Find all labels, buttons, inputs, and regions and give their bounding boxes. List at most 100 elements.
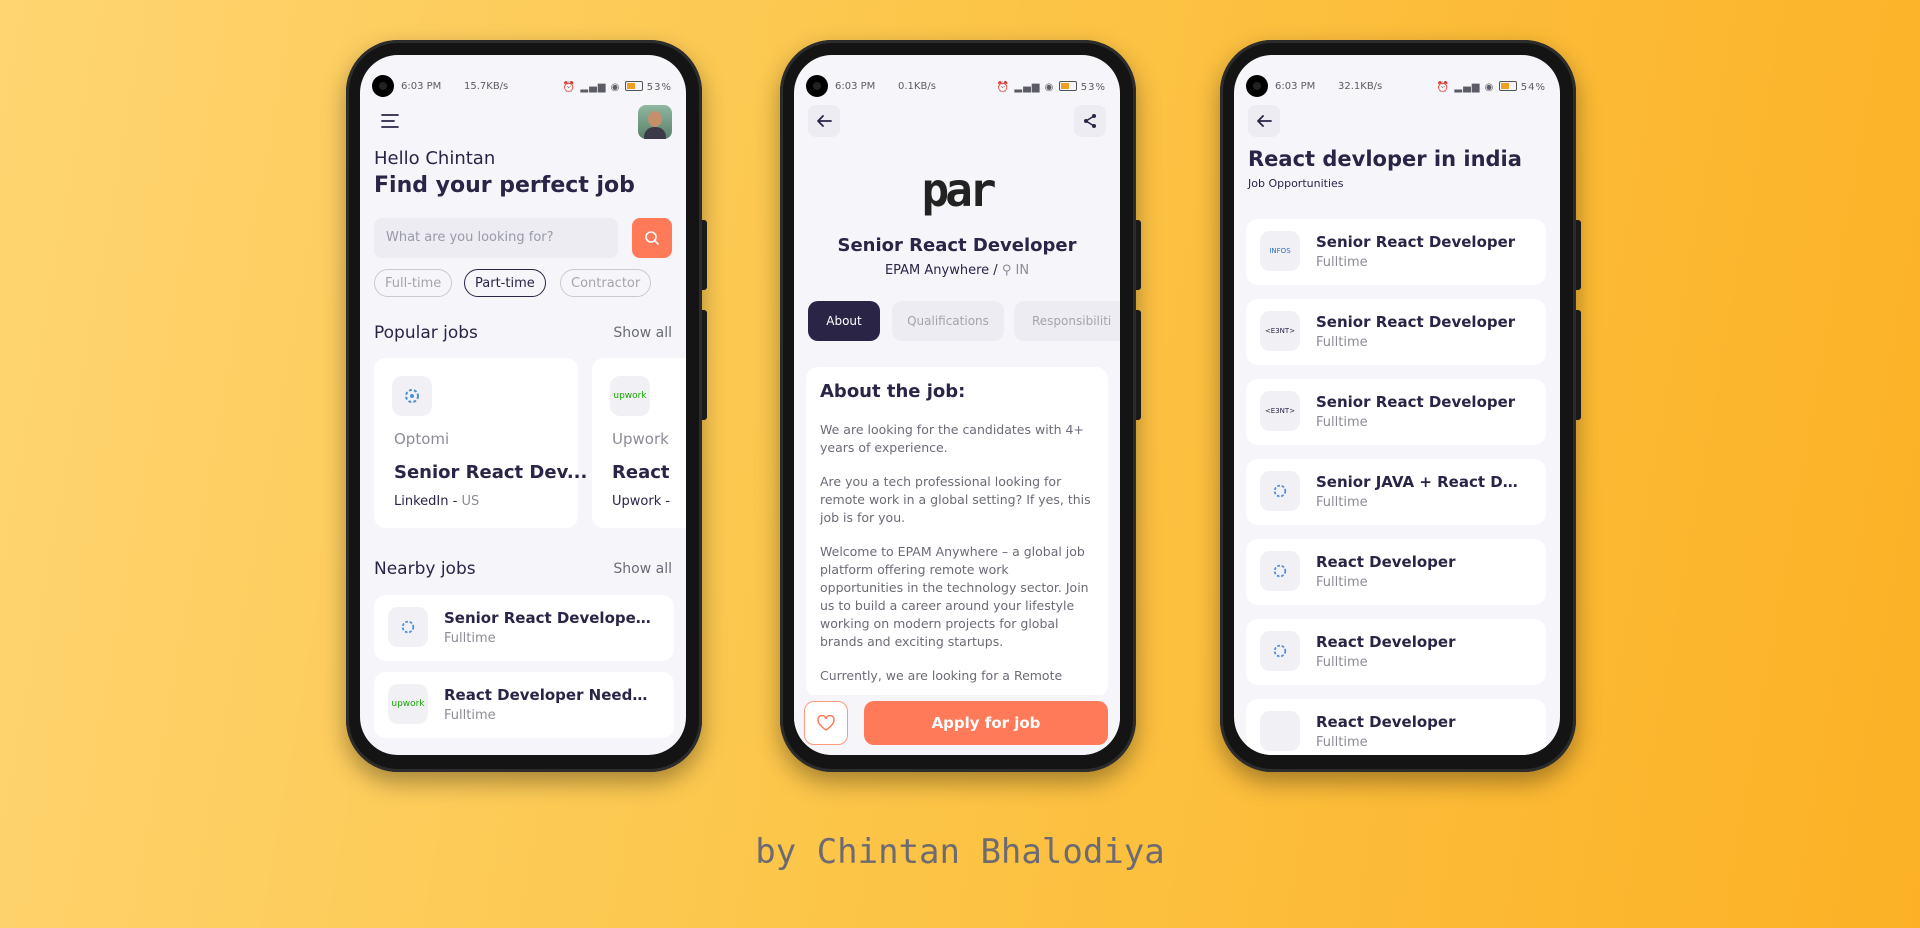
popular-job-title: React xyxy=(612,462,670,483)
job-title: Senior React Developer xyxy=(1316,233,1516,251)
company-logo-icon: INFOS xyxy=(1260,231,1300,271)
job-title: React Developer xyxy=(1316,713,1456,731)
company-logo-icon: <E3NT> xyxy=(1260,391,1300,431)
popular-company: Upwork xyxy=(612,430,669,448)
home-screen: 6:03 PM 15.7KB/s ⏰ ▂▄▆ ◉ 53% Hello Chint… xyxy=(360,55,686,755)
search-results-screen: 6:03 PM 32.1KB/s ⏰ ▂▄▆ ◉ 54% React devlo… xyxy=(1234,55,1560,755)
popular-job-card[interactable]: Optomi Senior React Dev... LinkedIn - US xyxy=(374,358,587,528)
job-type: Fulltime xyxy=(1316,335,1368,350)
search-icon xyxy=(645,231,659,245)
popular-company: Optomi xyxy=(394,430,450,448)
chip-part-time[interactable]: Part-time xyxy=(464,269,546,297)
apply-button[interactable]: Apply for job xyxy=(864,701,1108,745)
tab-qualifications[interactable]: Qualifications xyxy=(892,301,1004,341)
menu-icon[interactable] xyxy=(374,105,406,137)
phone-job-detail: 6:03 PM 0.1KB/s ⏰ ▂▄▆ ◉ 53% par Senior R… xyxy=(780,40,1141,772)
about-paragraph: Are you a tech professional looking for … xyxy=(820,474,1091,525)
tab-responsibilities[interactable]: Responsibiliti xyxy=(1014,301,1120,341)
popular-job-meta: LinkedIn - US xyxy=(394,494,480,509)
status-network-speed: 0.1KB/s xyxy=(898,81,936,92)
battery-icon xyxy=(1058,81,1077,91)
about-heading: About the job: xyxy=(820,381,966,402)
battery-icon xyxy=(624,81,643,91)
status-time: 6:03 PM xyxy=(835,81,876,92)
back-button[interactable] xyxy=(808,105,840,137)
upwork-logo-icon: upwork xyxy=(388,684,428,724)
company-logo-icon: <E3NT> xyxy=(1260,311,1300,351)
optomi-logo-icon xyxy=(388,607,428,647)
location-pin-icon: ⚲ xyxy=(1001,263,1012,278)
job-title: Senior React Developer xyxy=(1316,313,1516,331)
status-bar: 6:03 PM 32.1KB/s ⏰ ▂▄▆ ◉ 54% xyxy=(1234,67,1560,97)
about-body: We are looking for the candidates with 4… xyxy=(820,421,1092,685)
camera-hole xyxy=(806,75,828,97)
job-type: Fulltime xyxy=(1316,735,1368,750)
about-card: About the job: We are looking for the ca… xyxy=(806,367,1108,697)
chip-contractor[interactable]: Contractor xyxy=(560,269,652,297)
list-item[interactable]: INFOS Senior React Developer Fulltime xyxy=(1246,219,1546,285)
company-logo: par xyxy=(921,163,996,217)
phone-search-results: 6:03 PM 32.1KB/s ⏰ ▂▄▆ ◉ 54% React devlo… xyxy=(1220,40,1581,772)
popular-jobs-heading: Popular jobs xyxy=(374,323,478,343)
about-paragraph: Welcome to EPAM Anywhere – a global job … xyxy=(820,544,1089,649)
list-item[interactable]: React Developer Fulltime xyxy=(1246,699,1546,755)
avatar[interactable] xyxy=(638,105,672,139)
job-type: Fulltime xyxy=(1316,255,1368,270)
favorite-button[interactable] xyxy=(804,701,848,745)
job-title: React Developer Needed... xyxy=(444,686,654,704)
company-logo-placeholder xyxy=(1260,711,1300,751)
job-title: React Developer xyxy=(1316,633,1456,651)
share-icon xyxy=(1084,114,1096,128)
phone-home: 6:03 PM 15.7KB/s ⏰ ▂▄▆ ◉ 53% Hello Chint… xyxy=(346,40,707,772)
status-icons: ⏰ ▂▄▆ ◉ 53% xyxy=(996,81,1106,93)
list-item[interactable]: React Developer Fulltime xyxy=(1246,539,1546,605)
status-network-speed: 32.1KB/s xyxy=(1338,81,1383,92)
chip-full-time[interactable]: Full-time xyxy=(374,269,453,297)
popular-job-card[interactable]: upwork Upwork React Upwork - xyxy=(592,358,686,528)
job-title: Senior React Developer xyxy=(837,235,1077,256)
camera-hole xyxy=(372,75,394,97)
upwork-logo-icon: upwork xyxy=(610,376,650,416)
optomi-logo-icon xyxy=(1260,631,1300,671)
list-item[interactable]: <E3NT> Senior React Developer Fulltime xyxy=(1246,299,1546,365)
list-item[interactable]: upwork React Developer Needed... Fulltime xyxy=(374,672,674,738)
job-title: React Developer xyxy=(1316,553,1456,571)
status-icons: ⏰ ▂▄▆ ◉ 53% xyxy=(562,81,672,93)
popular-job-meta: Upwork - xyxy=(612,494,671,509)
credit-text: by Chintan Bhalodiya xyxy=(755,832,1165,872)
page-subtitle: Job Opportunities xyxy=(1248,177,1344,190)
job-type: Fulltime xyxy=(444,708,496,723)
popular-show-all-link[interactable]: Show all xyxy=(613,325,672,341)
arrow-left-icon xyxy=(1257,115,1272,127)
share-button[interactable] xyxy=(1074,105,1106,137)
job-title: Senior React Developer (... xyxy=(444,609,654,627)
tab-about[interactable]: About xyxy=(808,301,880,341)
page-title: React devloper in india xyxy=(1248,147,1522,171)
back-button[interactable] xyxy=(1248,105,1280,137)
status-time: 6:03 PM xyxy=(1275,81,1316,92)
list-item[interactable]: Senior React Developer (... Fulltime xyxy=(374,595,674,661)
popular-job-title: Senior React Dev... xyxy=(394,462,588,483)
job-title: Senior JAVA + React Deve... xyxy=(1316,473,1526,491)
nearby-jobs-heading: Nearby jobs xyxy=(374,559,476,579)
job-type: Fulltime xyxy=(1316,655,1368,670)
status-bar: 6:03 PM 0.1KB/s ⏰ ▂▄▆ ◉ 53% xyxy=(794,67,1120,97)
job-type: Fulltime xyxy=(444,631,496,646)
list-item[interactable]: <E3NT> Senior React Developer Fulltime xyxy=(1246,379,1546,445)
job-type: Fulltime xyxy=(1316,495,1368,510)
status-icons: ⏰ ▂▄▆ ◉ 54% xyxy=(1436,81,1546,93)
status-time: 6:03 PM xyxy=(401,81,442,92)
search-button[interactable] xyxy=(632,218,672,258)
list-item[interactable]: React Developer Fulltime xyxy=(1246,619,1546,685)
heart-icon xyxy=(817,715,835,731)
list-item[interactable]: Senior JAVA + React Deve... Fulltime xyxy=(1246,459,1546,525)
status-network-speed: 15.7KB/s xyxy=(464,81,509,92)
search-input[interactable]: What are you looking for? xyxy=(374,218,618,258)
optomi-logo-icon xyxy=(1260,551,1300,591)
about-paragraph: Currently, we are looking for a Remote xyxy=(820,668,1063,683)
nearby-show-all-link[interactable]: Show all xyxy=(613,561,672,577)
arrow-left-icon xyxy=(817,115,832,127)
optomi-logo-icon xyxy=(1260,471,1300,511)
job-type: Fulltime xyxy=(1316,415,1368,430)
camera-hole xyxy=(1246,75,1268,97)
